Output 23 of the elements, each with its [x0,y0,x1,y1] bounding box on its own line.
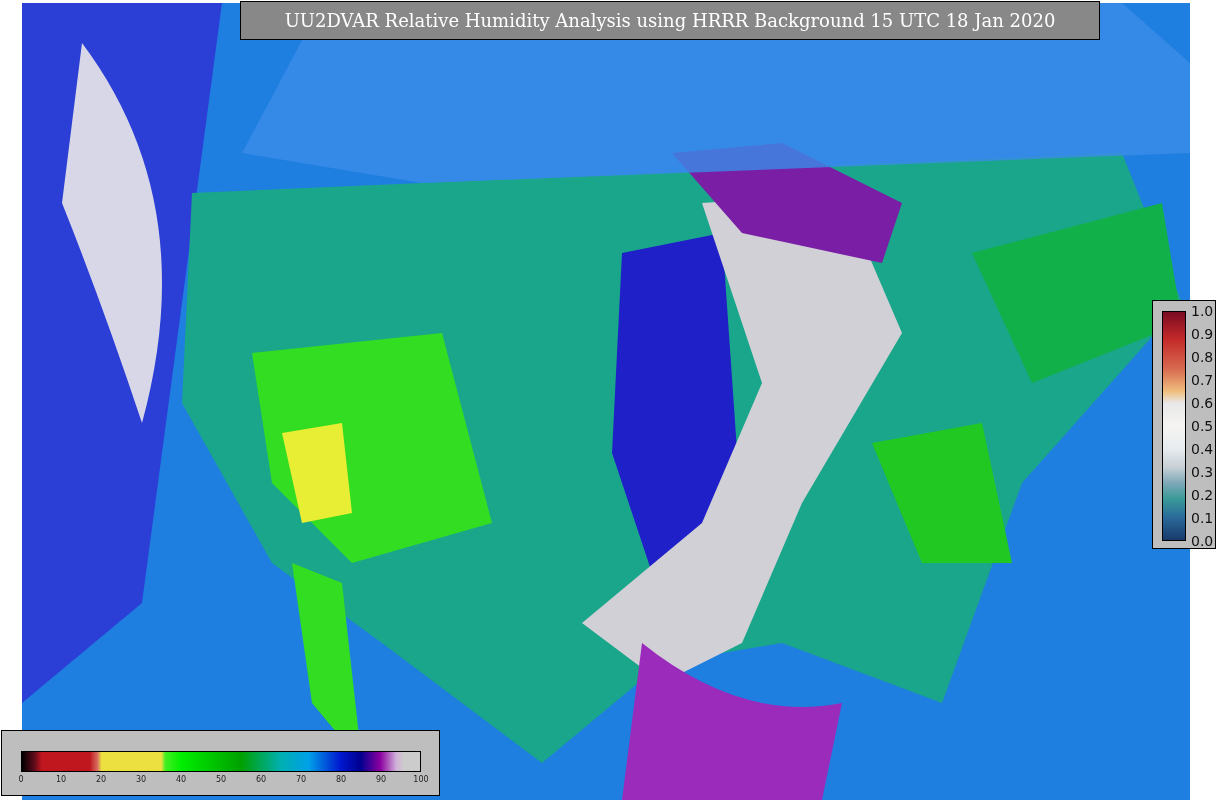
colorbar-tick-label: 0.2 [1191,488,1214,502]
colorbar-tick-label: 0.3 [1191,465,1214,479]
colorbar-tick-label: 60 [255,776,267,784]
colorbar-tick-label: 30 [135,776,147,784]
colorbar-tick-label: 50 [215,776,227,784]
colorbar-tick-label: 90 [375,776,387,784]
colorbar-tick-label: 20 [95,776,107,784]
colorbar-tick-label: 80 [335,776,347,784]
colorbar-tick-label: 10 [55,776,67,784]
colorbar-tick-label: 0.0 [1191,534,1214,548]
colorbar-tick-label: 0.9 [1191,327,1214,341]
colorbar-tick-label: 0.6 [1191,396,1214,410]
colorbar-tick-label: 1.0 [1191,304,1214,318]
colorbar-tick-label: 0.1 [1191,511,1214,525]
colorbar-tick-label: 0 [18,776,24,784]
colorbar-tick-label: 0.7 [1191,373,1214,387]
map-title: UU2DVAR Relative Humidity Analysis using HRRR Background 15 UTC 18 Jan 2020 [240,1,1100,40]
colorbar-tick-label: 0.4 [1191,442,1214,456]
colorbar-tick-label: 100 [413,776,429,784]
colorbar-tick-label: 40 [175,776,187,784]
colorbar-tick-label: 70 [295,776,307,784]
colorbar-tick-label: 0.8 [1191,350,1214,364]
colorbar-tick-label: 0.5 [1191,419,1214,433]
